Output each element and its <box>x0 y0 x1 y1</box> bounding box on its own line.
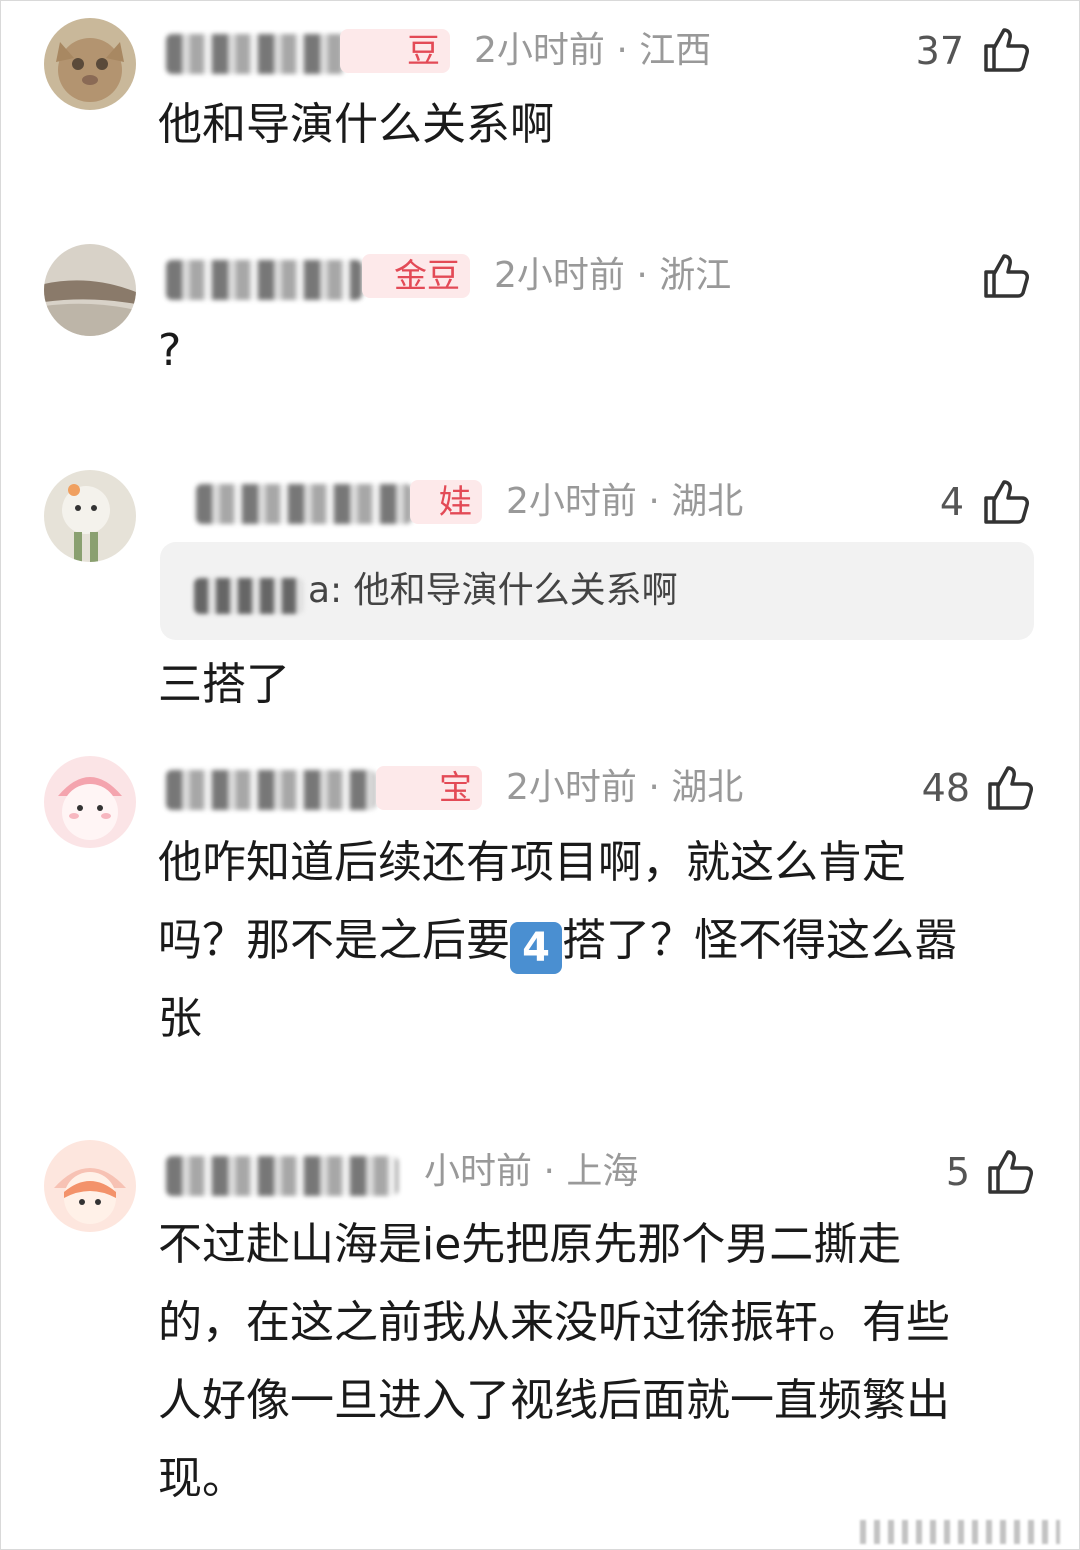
watermark-blurred <box>860 1520 1060 1544</box>
comment-meta: 2小时前 · 浙江 <box>494 255 732 296</box>
comment-text: ? <box>158 325 182 376</box>
cat-photo-avatar[interactable] <box>44 18 136 110</box>
comment-text-line: 现。 <box>158 1453 246 1504</box>
landscape-photo-avatar[interactable] <box>44 244 136 336</box>
pink-cartoon-avatar[interactable] <box>44 756 136 848</box>
thumbs-up-icon[interactable] <box>984 762 1036 814</box>
username-blurred[interactable] <box>166 770 376 810</box>
quoted-text: a: 他和导演什么关系啊 <box>308 570 678 611</box>
like-count: 5 <box>945 1150 970 1194</box>
comment-meta: 2小时前 · 江西 <box>474 30 712 71</box>
comment-text: 他和导演什么关系啊 <box>158 99 554 150</box>
thumbs-up-icon[interactable] <box>984 1146 1036 1198</box>
comment-text-line: 不过赴山海是ie先把原先那个男二撕走 <box>158 1219 902 1270</box>
user-badge: 娃 <box>410 480 482 524</box>
comment-text-line: 张 <box>158 993 202 1044</box>
plush-toy-avatar[interactable] <box>44 470 136 562</box>
username-blurred[interactable] <box>196 484 412 524</box>
user-badge: 宝 <box>376 766 482 810</box>
text-segment: 吗？那不是之后要 <box>158 915 510 966</box>
like-count: 37 <box>915 29 964 73</box>
user-badge: 金豆 <box>362 254 470 298</box>
comment-meta: 2小时前 · 湖北 <box>506 481 744 522</box>
comment-text: 三搭了 <box>158 659 290 710</box>
keycap-four-emoji: 4 <box>510 922 562 974</box>
like-count: 48 <box>921 766 970 810</box>
comment-text-line: 吗？那不是之后要 4 搭了？怪不得这么嚣 <box>158 902 1038 980</box>
comment-text-line: 的，在这之前我从来没听过徐振轩。有些 <box>158 1297 950 1348</box>
text-segment: 搭了？怪不得这么嚣 <box>562 915 958 966</box>
username-blurred[interactable] <box>166 1156 398 1196</box>
username-blurred[interactable] <box>166 34 346 74</box>
comment-text-line: 他咋知道后续还有项目啊，就这么肯定 <box>158 837 906 888</box>
comment-text: 不过赴山海是ie先把原先那个男二撕走 的，在这之前我从来没听过徐振轩。有些 人好… <box>158 1206 1038 1518</box>
comment-meta: 2小时前 · 湖北 <box>506 767 744 808</box>
quoted-reply[interactable]: a: 他和导演什么关系啊 <box>160 542 1034 640</box>
thumbs-up-icon[interactable] <box>980 476 1032 528</box>
thumbs-up-icon[interactable] <box>980 250 1032 302</box>
comment-text: 他咋知道后续还有项目啊，就这么肯定 吗？那不是之后要 4 搭了？怪不得这么嚣 张 <box>158 824 1038 1058</box>
quoted-username-blurred <box>194 578 304 614</box>
comment-meta: 小时前 · 上海 <box>424 1151 639 1192</box>
like-count: 4 <box>939 480 964 524</box>
cartoon-girl-avatar[interactable] <box>44 1140 136 1232</box>
user-badge: 豆 <box>340 29 450 73</box>
thumbs-up-icon[interactable] <box>980 24 1032 76</box>
comment-text-line: 人好像一旦进入了视线后面就一直频繁出 <box>158 1375 950 1426</box>
username-blurred[interactable] <box>166 260 362 300</box>
